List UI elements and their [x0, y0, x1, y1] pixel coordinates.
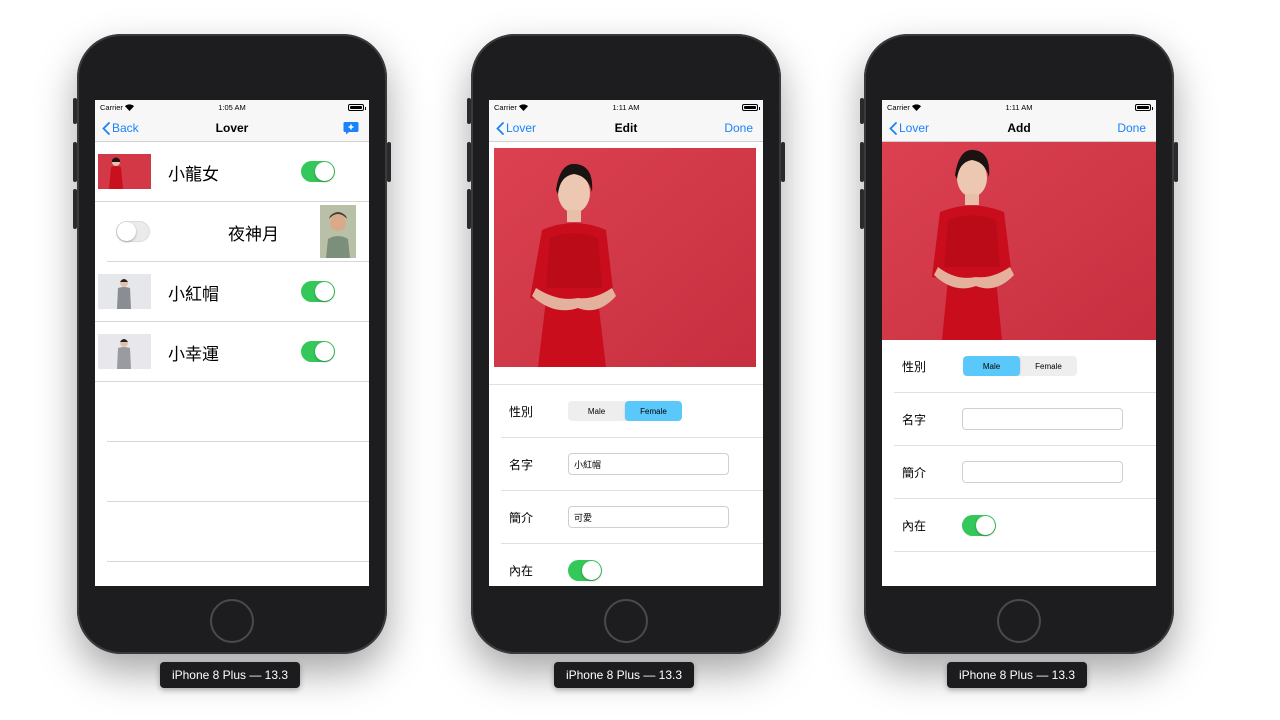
wifi-icon — [518, 103, 528, 111]
compose-icon — [343, 122, 359, 135]
intro-label: 簡介 — [902, 465, 927, 480]
intro-row: 簡介 — [894, 446, 1156, 499]
gender-segmented-control[interactable]: Male Female — [963, 356, 1077, 376]
device-label: iPhone 8 Plus — 13.3 — [160, 662, 300, 688]
back-button[interactable]: Lover — [496, 114, 536, 142]
home-button[interactable] — [997, 599, 1041, 643]
done-button[interactable]: Done — [1117, 114, 1146, 142]
carrier-label: Carrier — [887, 102, 910, 112]
lover-name: 夜神月 — [228, 224, 279, 245]
intro-label: 簡介 — [509, 510, 534, 525]
page-title: Add — [1007, 120, 1031, 135]
back-button-label: Lover — [899, 121, 930, 135]
status-bar: Carrier 1:05 AM — [95, 100, 369, 114]
lover-name: 小幸運 — [168, 344, 219, 365]
list-item[interactable]: 夜神月 — [107, 202, 369, 262]
inner-row: 內在 — [894, 499, 1156, 552]
lover-toggle[interactable] — [301, 281, 335, 302]
clock-label: 1:11 AM — [1005, 102, 1033, 112]
navigation-bar: Lover Edit Done — [489, 114, 763, 142]
name-field[interactable] — [962, 408, 1123, 430]
intro-field[interactable] — [962, 461, 1123, 483]
inner-toggle[interactable] — [962, 515, 996, 536]
segment-female[interactable]: Female — [625, 401, 682, 421]
status-bar: Carrier 1:11 AM — [882, 100, 1156, 114]
lover-toggle[interactable] — [301, 161, 335, 182]
carrier-label: Carrier — [100, 102, 123, 112]
segment-male[interactable]: Male — [568, 401, 625, 421]
name-row: 名字 — [894, 393, 1156, 446]
chevron-left-icon — [102, 121, 110, 135]
gender-row: 性別 Male Female — [894, 340, 1156, 393]
wifi-icon — [911, 103, 921, 111]
inner-row: 內在 — [501, 544, 763, 586]
intro-row: 簡介 可愛 — [501, 491, 763, 544]
status-bar: Carrier 1:11 AM — [489, 100, 763, 114]
iphone-device-add: Carrier 1:11 AM Lover Add Done 性別 Male F… — [860, 34, 1178, 654]
gender-label: 性別 — [902, 359, 927, 374]
back-button-label: Lover — [506, 121, 537, 135]
lover-photo-thumbnail — [98, 334, 151, 369]
page-title: Lover — [215, 120, 249, 135]
battery-icon — [742, 103, 760, 111]
inner-label: 內在 — [509, 563, 534, 578]
back-button-label: Back — [112, 121, 139, 135]
intro-field[interactable]: 可愛 — [568, 506, 729, 528]
list-item[interactable]: 小幸運 — [95, 322, 369, 382]
chevron-left-icon — [889, 121, 897, 135]
gender-segmented-control[interactable]: Male Female — [568, 401, 682, 421]
chevron-left-icon — [496, 121, 504, 135]
inner-label: 內在 — [902, 518, 927, 533]
home-button[interactable] — [210, 599, 254, 643]
name-label: 名字 — [509, 457, 534, 472]
lover-photo-thumbnail — [320, 205, 356, 258]
wifi-icon — [124, 103, 134, 111]
add-lover-button[interactable] — [343, 114, 359, 142]
page-title: Edit — [614, 120, 638, 135]
home-button[interactable] — [604, 599, 648, 643]
screen: Carrier 1:11 AM Lover Add Done 性別 Male F… — [882, 100, 1156, 586]
gender-row: 性別 Male Female — [501, 385, 763, 438]
navigation-bar: Back Lover — [95, 114, 369, 142]
clock-label: 1:05 AM — [218, 102, 246, 112]
lover-toggle[interactable] — [301, 341, 335, 362]
lover-photo[interactable] — [882, 142, 1156, 340]
battery-icon — [1135, 103, 1153, 111]
iphone-device-edit: Carrier 1:11 AM Lover Edit Done 性別 Male … — [467, 34, 785, 654]
lover-photo-thumbnail — [98, 154, 151, 189]
list-item[interactable]: 小龍女 — [95, 142, 369, 202]
clock-label: 1:11 AM — [612, 102, 640, 112]
empty-row — [107, 382, 369, 442]
gender-label: 性別 — [509, 404, 534, 419]
iphone-device-list: Carrier 1:05 AM Back Lover 小龍女 夜神月 小紅帽 小… — [73, 34, 391, 654]
battery-icon — [348, 103, 366, 111]
segment-female[interactable]: Female — [1020, 356, 1077, 376]
name-label: 名字 — [902, 412, 927, 427]
empty-row — [107, 442, 369, 502]
list-item[interactable]: 小紅帽 — [95, 262, 369, 322]
lover-name: 小紅帽 — [168, 284, 219, 305]
screen: Carrier 1:11 AM Lover Edit Done 性別 Male … — [489, 100, 763, 586]
back-button[interactable]: Back — [102, 114, 139, 142]
lover-toggle[interactable] — [116, 221, 150, 242]
segment-male[interactable]: Male — [963, 356, 1020, 376]
screen: Carrier 1:05 AM Back Lover 小龍女 夜神月 小紅帽 小… — [95, 100, 369, 586]
device-label: iPhone 8 Plus — 13.3 — [554, 662, 694, 688]
empty-row — [107, 502, 369, 562]
lover-photo[interactable] — [494, 148, 756, 367]
navigation-bar: Lover Add Done — [882, 114, 1156, 142]
device-label: iPhone 8 Plus — 13.3 — [947, 662, 1087, 688]
lover-photo-thumbnail — [98, 274, 151, 309]
name-field[interactable]: 小紅帽 — [568, 453, 729, 475]
back-button[interactable]: Lover — [889, 114, 929, 142]
done-button[interactable]: Done — [724, 114, 753, 142]
lover-name: 小龍女 — [168, 164, 219, 185]
name-row: 名字 小紅帽 — [501, 438, 763, 491]
carrier-label: Carrier — [494, 102, 517, 112]
inner-toggle[interactable] — [568, 560, 602, 581]
